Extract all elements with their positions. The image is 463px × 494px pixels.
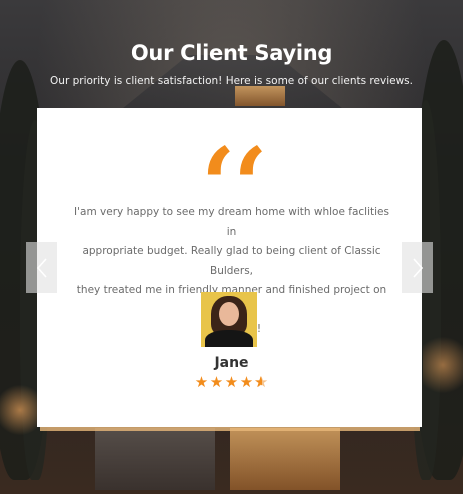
- star-full-icon: ★: [224, 373, 239, 391]
- carousel-next-button[interactable]: [402, 242, 433, 293]
- review-line: I'am very happy to see my dream home wit…: [74, 206, 389, 238]
- star-full-icon: ★: [194, 373, 209, 391]
- client-name: Jane: [214, 355, 249, 371]
- chevron-right-icon: [412, 257, 423, 278]
- carousel-prev-button[interactable]: [26, 242, 57, 293]
- client-avatar: [201, 292, 257, 347]
- star-full-icon: ★: [209, 373, 224, 391]
- review-line: appropriate budget. Really glad to being…: [82, 245, 381, 277]
- section-subtitle: Our priority is client satisfaction! Her…: [50, 75, 413, 87]
- star-half-icon: ★ ★: [254, 373, 269, 391]
- star-full-icon: ★: [239, 373, 254, 391]
- quote-icon: ,,: [199, 138, 264, 246]
- section-title: Our Client Saying: [130, 41, 333, 65]
- rating-stars: ★ ★ ★ ★ ★ ★: [0, 373, 463, 391]
- chevron-left-icon: [36, 257, 47, 278]
